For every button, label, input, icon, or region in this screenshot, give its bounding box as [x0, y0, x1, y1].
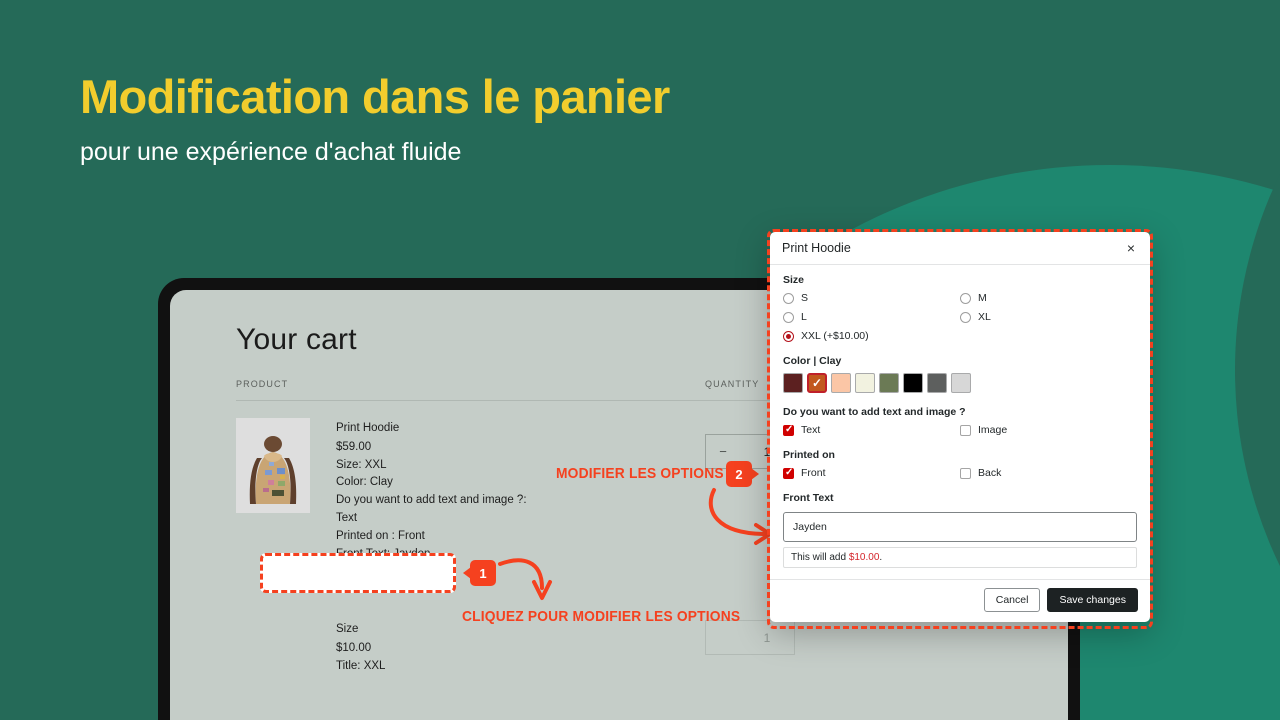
cart-item-details: Print Hoodie $59.00 Size: XXL Color: Cla…	[336, 420, 636, 564]
color-swatch-row	[783, 373, 1137, 393]
radio-icon[interactable]	[960, 292, 971, 304]
cart-item-property: Do you want to add text and image ?:	[336, 494, 527, 507]
color-swatch-maroon[interactable]	[783, 373, 803, 393]
cancel-button[interactable]: Cancel	[983, 588, 1041, 612]
cart-item-property: Text	[336, 512, 358, 525]
helper-amount: $10.00	[848, 552, 880, 563]
addon-option-label: Image	[978, 424, 1008, 436]
column-header-quantity: QUANTITY	[705, 379, 760, 389]
close-icon[interactable]: ×	[1124, 239, 1138, 257]
helper-prefix: This will add	[791, 552, 849, 563]
quantity-stepper-secondary[interactable]: 1	[705, 620, 795, 655]
annotation-arrow-1-icon	[498, 558, 552, 600]
checkbox-checked-icon[interactable]	[783, 424, 794, 436]
edit-options-modal: Print Hoodie × Size S M L XL XXL (+$10.0…	[770, 232, 1150, 622]
column-header-product: PRODUCT	[236, 379, 289, 389]
printed-on-option-grid: Front Back	[783, 467, 1137, 479]
size-option-xl[interactable]: XL	[960, 311, 1137, 323]
addons-option-grid: Text Image	[783, 424, 1137, 436]
size-option-xxl[interactable]: XXL (+$10.00)	[783, 330, 1137, 342]
save-changes-button[interactable]: Save changes	[1047, 588, 1138, 612]
cart-item-price: $59.00	[336, 440, 372, 453]
annotation-arrow-2-icon	[708, 488, 772, 545]
color-swatch-clay[interactable]	[807, 373, 827, 393]
color-swatch-olive[interactable]	[879, 373, 899, 393]
helper-suffix: .	[879, 552, 883, 563]
cart-item-name: Size	[336, 623, 359, 635]
modal-footer: Cancel Save changes	[770, 579, 1150, 622]
modify-options-button[interactable]: Modifier les options	[270, 557, 425, 593]
size-group-label: Size	[783, 274, 805, 286]
cart-item-details-secondary: Size $10.00 Title: XXL	[336, 620, 385, 676]
checkbox-icon[interactable]	[960, 424, 971, 436]
size-option-grid: S M L XL XXL (+$10.00)	[783, 292, 1137, 342]
hoodie-photo-icon	[236, 418, 310, 513]
color-swatch-peach[interactable]	[831, 373, 851, 393]
modal-title: Print Hoodie	[782, 241, 851, 255]
annotation-text-step-2: MODIFIER LES OPTIONS	[556, 465, 724, 482]
size-option-label: L	[801, 311, 807, 323]
radio-icon[interactable]	[960, 311, 971, 323]
page-headline: Modification dans le panier	[80, 70, 670, 123]
printed-on-option-back[interactable]: Back	[960, 467, 1137, 479]
modal-header: Print Hoodie ×	[770, 232, 1150, 265]
cart-item-price: $10.00	[336, 641, 372, 654]
cart-item-property: Printed on : Front	[336, 529, 425, 542]
radio-selected-icon[interactable]	[783, 330, 794, 342]
color-swatch-black[interactable]	[903, 373, 923, 393]
size-option-m[interactable]: M	[960, 292, 1137, 304]
step-badge-2: 2	[726, 461, 759, 487]
quantity-decrease-icon[interactable]: −	[706, 444, 740, 459]
addons-section: Do you want to add text and image ? Text…	[783, 406, 1137, 436]
page-subheadline: pour une expérience d'achat fluide	[80, 138, 462, 166]
cart-item-property: Title: XXL	[336, 660, 386, 673]
addon-option-label: Text	[801, 424, 821, 436]
price-helper-text: This will add $10.00.	[783, 547, 1137, 568]
front-text-label: Front Text	[783, 492, 834, 504]
printed-on-option-front[interactable]: Front	[783, 467, 960, 479]
printed-on-group-label: Printed on	[783, 449, 835, 461]
color-swatch-dark-grey[interactable]	[927, 373, 947, 393]
modify-options-wrapper: Modifier les options	[270, 557, 425, 593]
front-text-section: Front Text This will add $10.00.	[783, 492, 1137, 568]
addon-option-text[interactable]: Text	[783, 424, 960, 436]
addon-option-image[interactable]: Image	[960, 424, 1137, 436]
modal-body: Size S M L XL XXL (+$10.00) Color | Clay…	[770, 265, 1150, 579]
printed-on-section: Printed on Front Back	[783, 449, 1137, 479]
cart-item-name: Print Hoodie	[336, 422, 400, 434]
quantity-value[interactable]: 1	[740, 631, 794, 645]
size-option-label: XXL (+$10.00)	[801, 330, 869, 342]
page-title: Your cart	[236, 323, 357, 356]
color-swatch-cream[interactable]	[855, 373, 875, 393]
step-badge-1: 1	[463, 560, 496, 586]
checkbox-icon[interactable]	[960, 467, 971, 479]
printed-on-option-label: Back	[978, 467, 1002, 479]
color-section: Color | Clay	[783, 355, 1137, 393]
radio-icon[interactable]	[783, 311, 794, 323]
size-option-s[interactable]: S	[783, 292, 960, 304]
product-thumbnail	[236, 418, 310, 513]
size-option-label: XL	[978, 311, 991, 323]
printed-on-option-label: Front	[801, 467, 826, 479]
size-option-label: S	[801, 292, 809, 304]
addons-group-label: Do you want to add text and image ?	[783, 406, 966, 418]
front-text-input[interactable]	[783, 512, 1137, 542]
checkbox-checked-icon[interactable]	[783, 467, 794, 479]
poster-stage: Modification dans le panier pour une exp…	[0, 0, 1280, 720]
size-option-label: M	[978, 292, 987, 304]
color-group-label: Color | Clay	[783, 355, 842, 367]
radio-icon[interactable]	[783, 292, 794, 304]
color-swatch-light-grey[interactable]	[951, 373, 971, 393]
size-option-l[interactable]: L	[783, 311, 960, 323]
